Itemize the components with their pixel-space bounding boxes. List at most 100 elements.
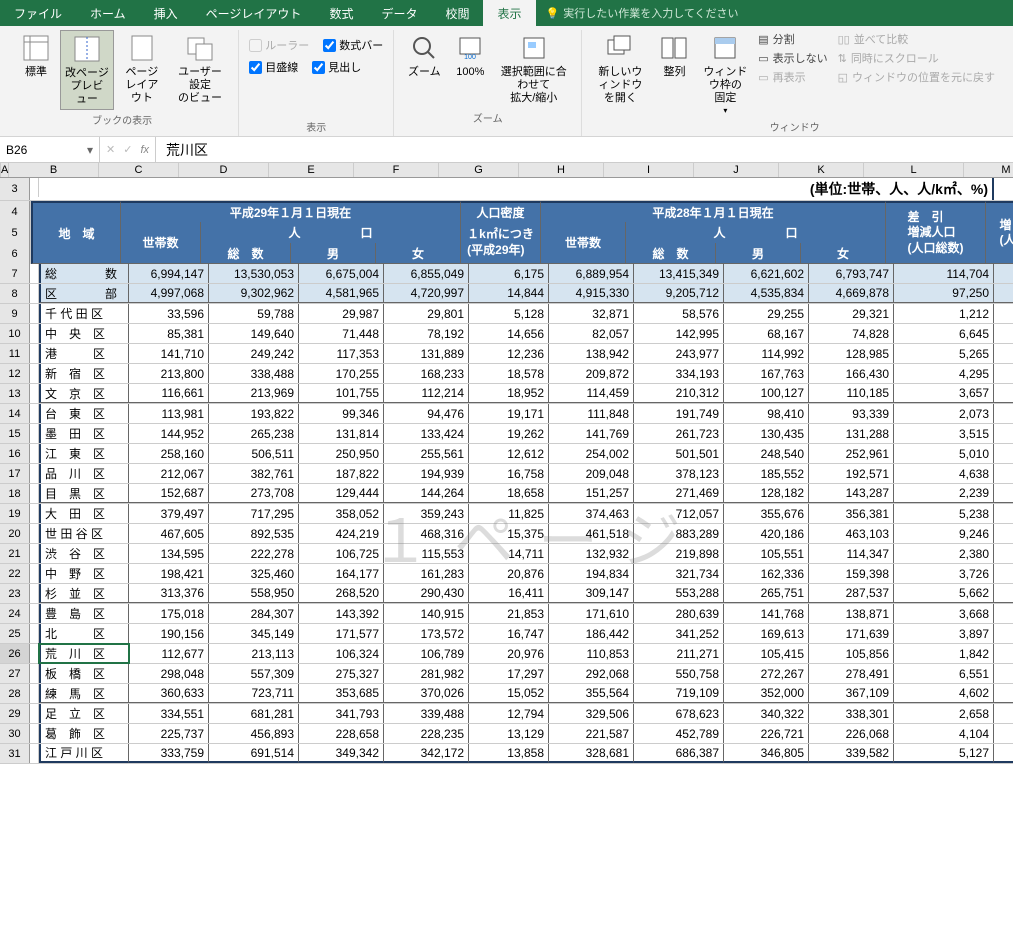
cell[interactable]: 1.08 xyxy=(994,544,1013,563)
cell[interactable]: 0.91 xyxy=(994,724,1013,743)
cell[interactable]: 321,734 xyxy=(634,564,724,583)
row-header[interactable]: 3 xyxy=(0,178,30,200)
cell[interactable]: 225,737 xyxy=(129,724,209,743)
cell[interactable]: 33,596 xyxy=(129,304,209,323)
cell[interactable]: 243,977 xyxy=(634,344,724,363)
cell[interactable]: 212,067 xyxy=(129,464,209,483)
cell[interactable]: 360,633 xyxy=(129,684,209,703)
cell[interactable]: 187,822 xyxy=(299,464,384,483)
row-header[interactable]: 9 xyxy=(0,304,30,323)
cell[interactable]: 2,239 xyxy=(894,484,994,503)
cell[interactable] xyxy=(30,744,39,763)
row-header[interactable]: 27 xyxy=(0,664,30,683)
cell[interactable]: 0.82 xyxy=(994,484,1013,503)
row-header[interactable]: 18 xyxy=(0,484,30,503)
cell[interactable] xyxy=(30,564,39,583)
cell[interactable]: 273,708 xyxy=(209,484,299,503)
cell[interactable]: 358,052 xyxy=(299,504,384,523)
cell[interactable]: 221,587 xyxy=(549,724,634,743)
cell[interactable]: 712,057 xyxy=(634,504,724,523)
cell[interactable] xyxy=(30,344,39,363)
cell[interactable]: 106,725 xyxy=(299,544,384,563)
cell[interactable]: 6,855,049 xyxy=(384,264,469,283)
cell[interactable]: 1.06 xyxy=(994,284,1013,303)
tab-ファイル[interactable]: ファイル xyxy=(0,0,76,26)
cell[interactable]: 9,302,962 xyxy=(209,284,299,303)
cell[interactable]: 134,595 xyxy=(129,544,209,563)
region-cell[interactable]: 墨 田 区 xyxy=(39,424,129,443)
region-cell[interactable]: 台 東 区 xyxy=(39,404,129,423)
zoom-100-button[interactable]: 100100% xyxy=(448,30,492,81)
cell[interactable]: 278,491 xyxy=(809,664,894,683)
cell[interactable]: 138,871 xyxy=(809,604,894,623)
cell[interactable] xyxy=(30,424,39,443)
cell[interactable]: 309,147 xyxy=(549,584,634,603)
cell[interactable]: 719,109 xyxy=(634,684,724,703)
cell[interactable]: 255,561 xyxy=(384,444,469,463)
cell[interactable]: 141,769 xyxy=(549,424,634,443)
cell[interactable]: 117,353 xyxy=(299,344,384,363)
cell[interactable]: 74,828 xyxy=(809,324,894,343)
cell[interactable]: 194,834 xyxy=(549,564,634,583)
cell[interactable]: 265,751 xyxy=(724,584,809,603)
cell[interactable]: 1.08 xyxy=(994,404,1013,423)
cell[interactable]: 892,535 xyxy=(209,524,299,543)
headings-checkbox[interactable]: 見出し xyxy=(310,58,363,76)
cell[interactable]: 173,572 xyxy=(384,624,469,643)
cell[interactable]: 162,336 xyxy=(724,564,809,583)
cell[interactable]: 11,825 xyxy=(469,504,549,523)
cell[interactable] xyxy=(30,304,39,323)
region-cell[interactable]: 杉 並 区 xyxy=(39,584,129,603)
row-header[interactable]: 13 xyxy=(0,384,30,403)
cell[interactable]: 129,444 xyxy=(299,484,384,503)
col-header-I[interactable]: I xyxy=(604,163,694,177)
cell[interactable]: 1.05 xyxy=(994,524,1013,543)
cell[interactable]: 78,192 xyxy=(384,324,469,343)
cell[interactable]: 149,640 xyxy=(209,324,299,343)
cell[interactable]: 456,893 xyxy=(209,724,299,743)
cell[interactable]: 114,704 xyxy=(894,264,994,283)
cell[interactable]: 367,109 xyxy=(809,684,894,703)
cell[interactable]: 461,518 xyxy=(549,524,634,543)
cell[interactable]: 14,656 xyxy=(469,324,549,343)
cell[interactable]: 4.65 xyxy=(994,324,1013,343)
cell[interactable]: 355,676 xyxy=(724,504,809,523)
cell[interactable]: 222,278 xyxy=(209,544,299,563)
col-header-L[interactable]: L xyxy=(864,163,964,177)
unit-cell[interactable]: (単位:世帯、人、人/k㎡、%) xyxy=(39,178,994,200)
row-header[interactable]: 29 xyxy=(0,704,30,723)
cell[interactable]: 114,992 xyxy=(724,344,809,363)
row-header[interactable]: 12 xyxy=(0,364,30,383)
cell[interactable]: 144,264 xyxy=(384,484,469,503)
cell[interactable]: 2,073 xyxy=(894,404,994,423)
cell[interactable]: 468,316 xyxy=(384,524,469,543)
cell[interactable]: 275,327 xyxy=(299,664,384,683)
cell[interactable]: 356,381 xyxy=(809,504,894,523)
cell[interactable]: 94,476 xyxy=(384,404,469,423)
cell[interactable] xyxy=(30,624,39,643)
cell[interactable]: 3,668 xyxy=(894,604,994,623)
cell[interactable]: 341,793 xyxy=(299,704,384,723)
region-cell[interactable]: 葛 飾 区 xyxy=(39,724,129,743)
cell[interactable] xyxy=(30,404,39,423)
cell[interactable]: 18,952 xyxy=(469,384,549,403)
cell[interactable]: 3,657 xyxy=(894,384,994,403)
cell[interactable]: 14,844 xyxy=(469,284,549,303)
cell[interactable]: 5,662 xyxy=(894,584,994,603)
cell[interactable]: 141,710 xyxy=(129,344,209,363)
cell[interactable]: 130,435 xyxy=(724,424,809,443)
cell[interactable]: 6,889,954 xyxy=(549,264,634,283)
cell[interactable]: 170,255 xyxy=(299,364,384,383)
cell[interactable]: 717,295 xyxy=(209,504,299,523)
cell[interactable]: 114,347 xyxy=(809,544,894,563)
cell[interactable] xyxy=(30,504,39,523)
col-header-C[interactable]: C xyxy=(99,163,179,177)
cell[interactable]: 420,186 xyxy=(724,524,809,543)
cell[interactable]: 334,551 xyxy=(129,704,209,723)
cell[interactable]: 325,460 xyxy=(209,564,299,583)
cell[interactable]: 9,205,712 xyxy=(634,284,724,303)
region-cell[interactable]: 練 馬 区 xyxy=(39,684,129,703)
region-cell[interactable]: 品 川 区 xyxy=(39,464,129,483)
cell[interactable]: 678,623 xyxy=(634,704,724,723)
formula-input[interactable]: 荒川区 xyxy=(156,137,1013,162)
